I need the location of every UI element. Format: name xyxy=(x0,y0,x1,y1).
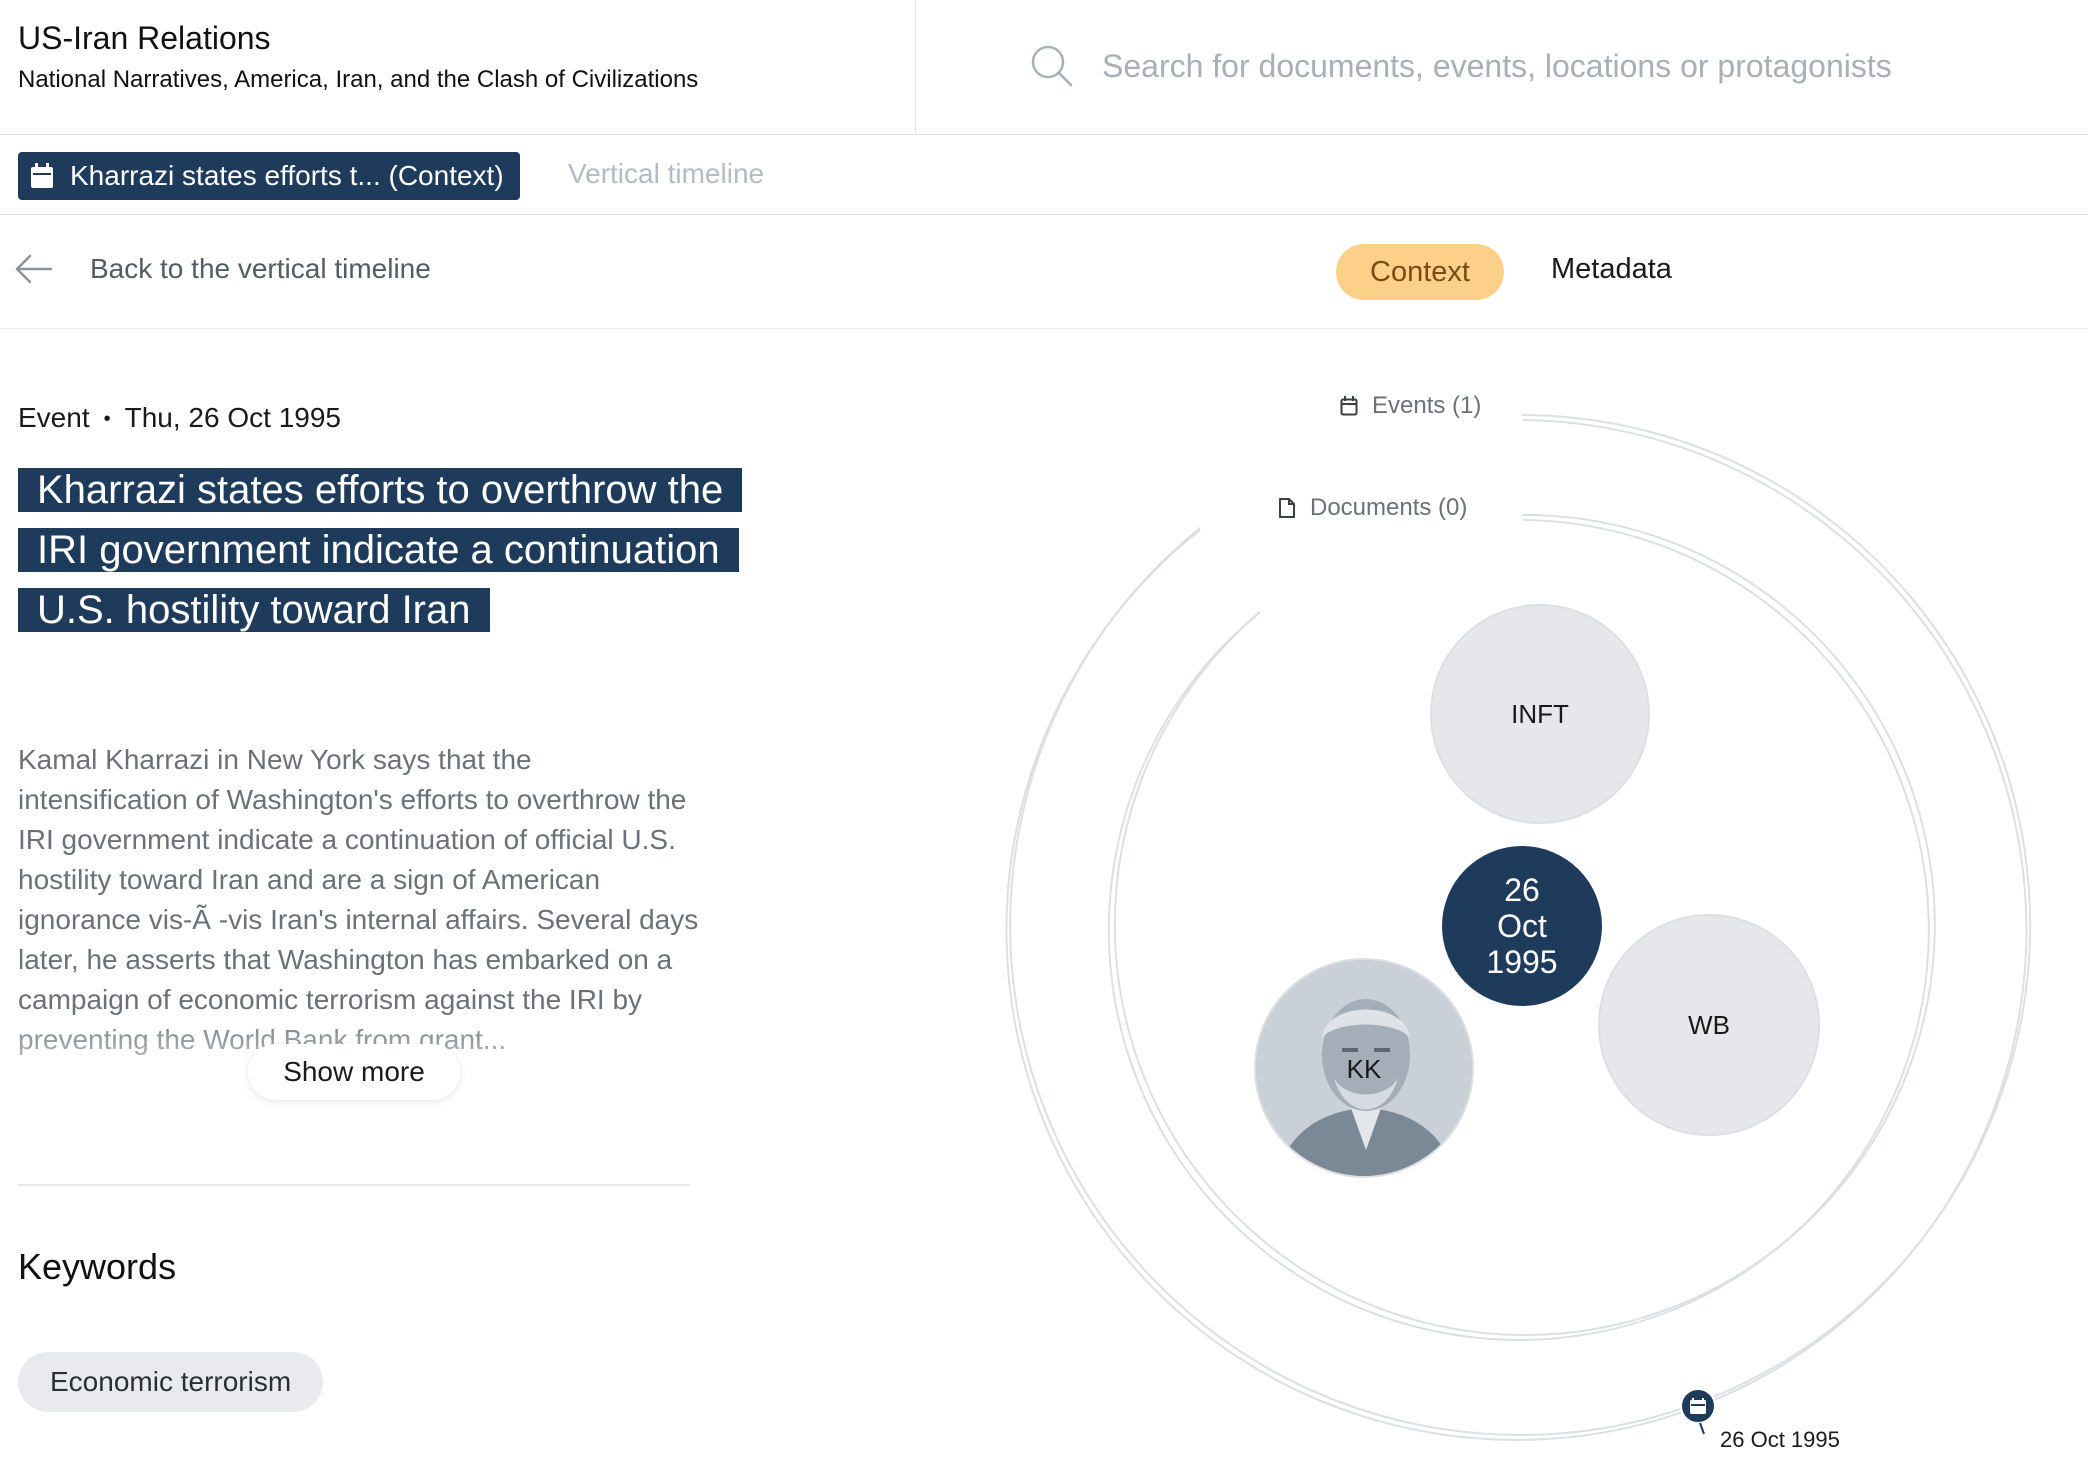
timeline-event-marker[interactable] xyxy=(1678,1388,1718,1436)
event-title: Kharrazi states efforts to overthrow the… xyxy=(18,460,758,640)
timeline-marker-date: 26 Oct 1995 xyxy=(1720,1427,1840,1452)
context-toggle[interactable]: Context xyxy=(1336,244,1504,300)
search-input[interactable] xyxy=(1100,38,2004,94)
event-date: Thu, 26 Oct 1995 xyxy=(124,402,341,433)
protagonist-bubble-wb[interactable]: WB xyxy=(1598,914,1820,1136)
app-title[interactable]: US-Iran Relations xyxy=(18,20,271,57)
calendar-icon xyxy=(1340,396,1358,416)
event-title-text: Kharrazi states efforts to overthrow the… xyxy=(18,468,743,632)
events-count-label[interactable]: Events (1) xyxy=(1340,392,1481,420)
center-date-year: 1995 xyxy=(1486,944,1558,980)
events-count-text: Events (1) xyxy=(1372,392,1482,419)
tab-vertical-timeline[interactable]: Vertical timeline xyxy=(568,158,764,190)
protagonist-bubble-kk[interactable]: KK xyxy=(1254,958,1474,1178)
back-to-timeline-link[interactable]: Back to the vertical timeline xyxy=(90,253,431,285)
center-date-node[interactable]: 26 Oct 1995 xyxy=(1442,846,1602,1006)
app-subtitle: National Narratives, America, Iran, and … xyxy=(18,66,699,93)
back-arrow-icon[interactable] xyxy=(14,252,54,286)
protagonist-bubble-inft[interactable]: INFT xyxy=(1430,604,1650,824)
metadata-toggle[interactable]: Metadata xyxy=(1551,253,1672,286)
event-meta: Event • Thu, 26 Oct 1995 xyxy=(18,402,341,434)
backbar-divider xyxy=(0,328,2088,329)
calendar-icon xyxy=(31,163,53,188)
tabbar-divider xyxy=(0,214,2088,215)
documents-count-text: Documents (0) xyxy=(1310,494,1468,521)
show-more-button[interactable]: Show more xyxy=(248,1044,460,1100)
keyword-chip[interactable]: Economic terrorism xyxy=(18,1352,324,1412)
keywords-heading: Keywords xyxy=(18,1246,177,1287)
search-icon xyxy=(1031,45,1073,87)
documents-count-label[interactable]: Documents (0) xyxy=(1278,494,1467,522)
protagonist-kk-label: KK xyxy=(1346,1054,1382,1084)
section-divider xyxy=(18,1184,690,1186)
header-divider xyxy=(0,134,2088,135)
tab-event-context-label: Kharrazi states efforts t... (Context) xyxy=(70,160,504,191)
document-icon xyxy=(1279,498,1295,518)
center-date-month: Oct xyxy=(1497,908,1547,944)
center-date-day: 26 xyxy=(1504,872,1540,908)
event-type: Event xyxy=(18,402,90,433)
tab-event-context[interactable]: Kharrazi states efforts t... (Context) xyxy=(18,152,520,200)
separator-dot: • xyxy=(103,408,111,431)
